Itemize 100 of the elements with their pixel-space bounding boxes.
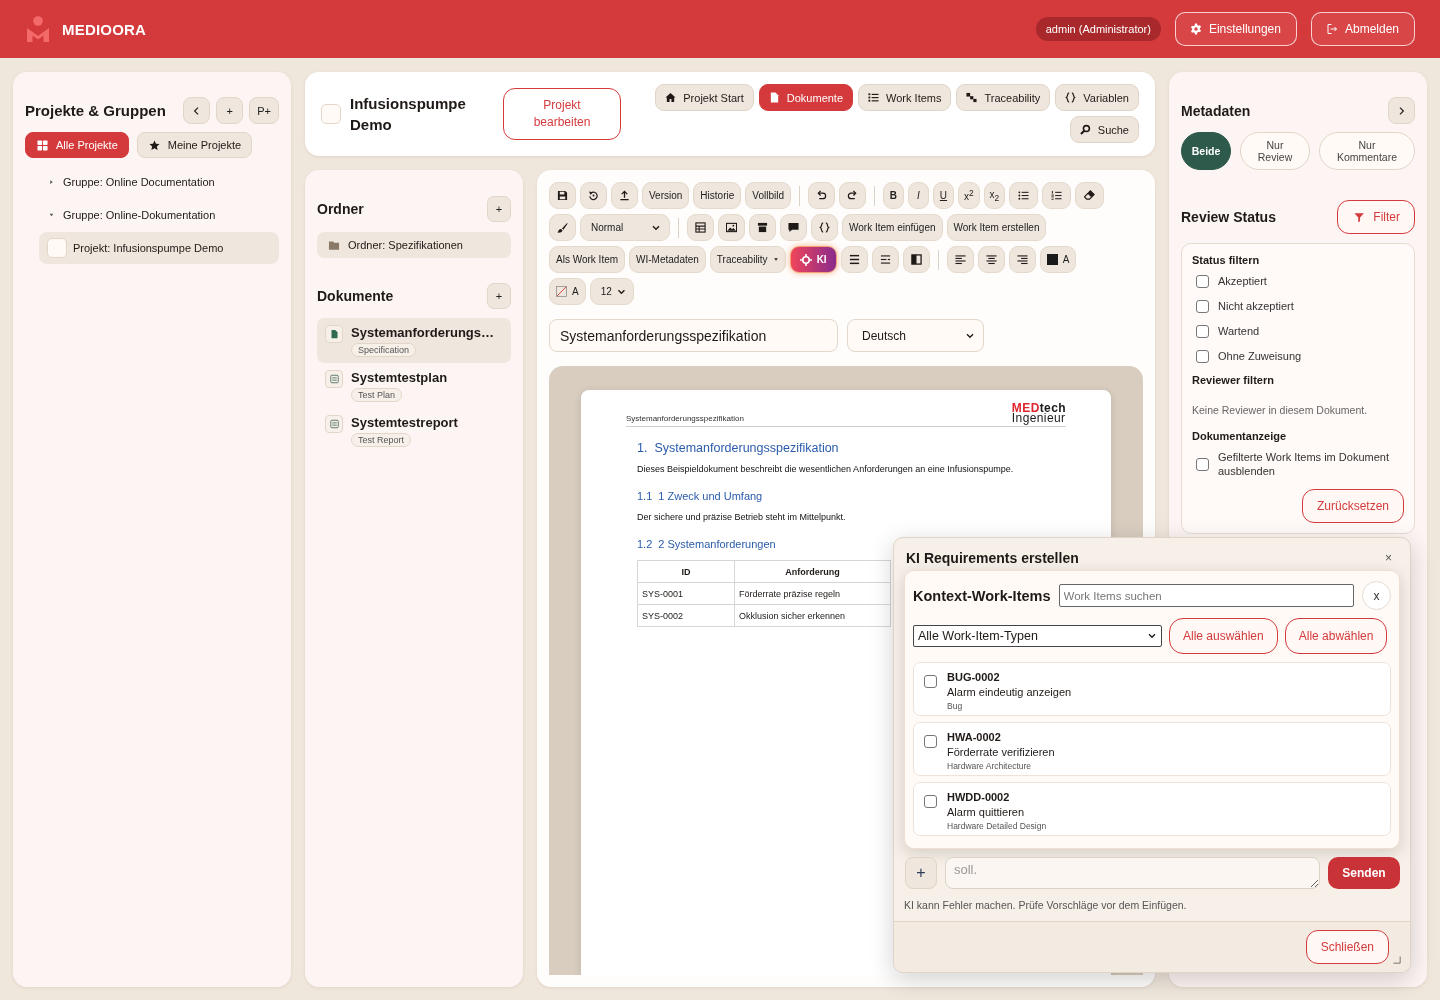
edit-project-button[interactable]: Projekt bearbeiten bbox=[503, 88, 621, 140]
checkbox[interactable] bbox=[924, 735, 937, 748]
archive-button[interactable] bbox=[749, 214, 776, 241]
save-button[interactable] bbox=[549, 182, 576, 209]
ai-button[interactable]: KI bbox=[789, 246, 837, 273]
document-item[interactable]: Systemanforderungs… Specification bbox=[317, 318, 511, 363]
nav-tab[interactable]: Work Items bbox=[858, 84, 952, 111]
variable-button[interactable] bbox=[811, 214, 838, 241]
traceability-menu-button[interactable]: Traceability bbox=[709, 246, 786, 273]
caret-down-icon[interactable] bbox=[49, 212, 54, 218]
document-title-field[interactable]: Systemanforderungsspezifikation bbox=[549, 319, 838, 352]
language-select[interactable]: Deutsch bbox=[847, 319, 984, 352]
type-select[interactable]: Alle Work-Item-Typen bbox=[913, 625, 1162, 647]
view-toggle[interactable]: Nur Review bbox=[1240, 132, 1310, 170]
redo-button[interactable] bbox=[838, 182, 866, 209]
revert-button[interactable] bbox=[580, 182, 607, 209]
font-size-select[interactable]: 12 bbox=[589, 278, 634, 305]
align-center-button[interactable] bbox=[977, 246, 1005, 273]
form-icon bbox=[325, 415, 343, 433]
checkbox[interactable] bbox=[1196, 324, 1209, 338]
attach-button[interactable]: + bbox=[905, 857, 937, 889]
settings-button[interactable]: Einstellungen bbox=[1174, 12, 1297, 46]
wi-metadata-button[interactable]: WI-Metadaten bbox=[629, 246, 706, 273]
work-item-card[interactable]: BUG-0002 Alarm eindeutig anzeigen Bug bbox=[913, 662, 1391, 716]
text-color-button[interactable]: A bbox=[1039, 246, 1077, 273]
image-button[interactable] bbox=[718, 214, 745, 241]
resize-handle-icon[interactable] bbox=[1391, 954, 1401, 964]
eraser-button[interactable] bbox=[1075, 182, 1105, 209]
filter-heading: Reviewer filtern bbox=[1192, 374, 1275, 386]
prompt-field[interactable]: soll. bbox=[945, 857, 1320, 889]
close-dialog-button[interactable]: Schließen bbox=[1305, 930, 1389, 964]
dialog-title: KI Requirements erstellen bbox=[906, 550, 1079, 566]
add-button[interactable]: + bbox=[487, 196, 511, 222]
indent-button[interactable] bbox=[871, 246, 899, 273]
nav-tab[interactable]: Projekt Start bbox=[655, 84, 754, 111]
view-toggle[interactable]: Beide bbox=[1181, 132, 1231, 170]
numbered-list-button[interactable] bbox=[1042, 182, 1072, 209]
form-icon bbox=[325, 370, 343, 388]
nav-tab[interactable]: Variablen bbox=[1055, 84, 1139, 111]
align-right-button[interactable] bbox=[1008, 246, 1036, 273]
create-work-item-button[interactable]: Work Item erstellen bbox=[946, 214, 1047, 241]
send-button[interactable]: Senden bbox=[1328, 857, 1400, 889]
insert-work-item-button[interactable]: Work Item einfügen bbox=[842, 214, 943, 241]
upload-button[interactable] bbox=[611, 182, 638, 209]
view-toggle[interactable]: Nur Kommentare bbox=[1319, 132, 1415, 170]
filter-tab[interactable]: Meine Projekte bbox=[136, 132, 253, 158]
caret-right-icon[interactable] bbox=[49, 179, 54, 185]
contrast-button[interactable] bbox=[902, 246, 930, 273]
folder-item[interactable]: Ordner: Spezifikationen bbox=[317, 232, 511, 258]
italic-button[interactable]: I bbox=[907, 182, 929, 209]
select-all-button[interactable]: Alle auswählen bbox=[1169, 618, 1278, 654]
panel-title: Projekte & Gruppen bbox=[25, 102, 166, 119]
close-button[interactable]: x bbox=[1362, 581, 1391, 610]
bullet-list-button[interactable] bbox=[1009, 182, 1039, 209]
nav-tab[interactable]: Dokumente bbox=[758, 84, 854, 111]
comment-button[interactable] bbox=[780, 214, 807, 241]
subscript-button[interactable]: x$_{2}$ bbox=[983, 182, 1006, 209]
align-left-button[interactable] bbox=[946, 246, 974, 273]
deselect-all-button[interactable]: Alle abwählen bbox=[1284, 618, 1388, 654]
checkbox[interactable] bbox=[1196, 299, 1209, 313]
redo-icon bbox=[846, 190, 858, 201]
brush-button[interactable] bbox=[549, 214, 576, 241]
nav-tab[interactable]: Traceability bbox=[956, 84, 1051, 111]
undo-button[interactable] bbox=[807, 182, 835, 209]
filter-tab[interactable]: Alle Projekte bbox=[25, 132, 129, 158]
tree-item[interactable]: Projekt: Infusionspumpe Demo bbox=[39, 232, 279, 264]
version-button[interactable]: Version bbox=[642, 182, 690, 209]
as-work-item-button[interactable]: Als Work Item bbox=[549, 246, 626, 273]
search-field[interactable]: Work Items suchen bbox=[1058, 584, 1354, 607]
paragraph-style-select[interactable]: Normal bbox=[580, 214, 670, 241]
numbered-list-icon bbox=[1051, 190, 1063, 201]
document-item[interactable]: Systemtestreport Test Report bbox=[317, 408, 511, 453]
table-button[interactable] bbox=[687, 214, 714, 241]
fullscreen-button[interactable]: Vollbild bbox=[745, 182, 791, 209]
line-spacing-button[interactable] bbox=[840, 246, 868, 273]
work-item-card[interactable]: HWA-0002 Förderrate verifizieren Hardware Architecture bbox=[913, 722, 1391, 776]
nav-tab[interactable]: Suche bbox=[1069, 116, 1139, 143]
logout-button[interactable]: Abmelden bbox=[1310, 12, 1415, 46]
checkbox[interactable] bbox=[1196, 274, 1209, 288]
checkbox[interactable] bbox=[1196, 349, 1209, 363]
tree-item[interactable]: Gruppe: Online-Dokumentation bbox=[25, 203, 279, 227]
history-button[interactable]: Historie bbox=[693, 182, 742, 209]
caret-down-icon bbox=[772, 257, 779, 262]
filter-button[interactable]: Filter bbox=[1337, 200, 1415, 234]
add-button[interactable]: + bbox=[487, 283, 511, 309]
tree-item[interactable]: Gruppe: Online Documentation bbox=[25, 170, 279, 194]
work-item-card[interactable]: HWDD-0002 Alarm quittieren Hardware Detailed Design bbox=[913, 782, 1391, 836]
reset-button[interactable]: Zurücksetzen bbox=[1301, 489, 1404, 523]
project-tile-icon bbox=[321, 104, 341, 124]
close-button[interactable]: × bbox=[1379, 551, 1398, 565]
underline-button[interactable]: U bbox=[932, 182, 954, 209]
superscript-button[interactable]: x$^{2}$ bbox=[957, 182, 980, 209]
document-item[interactable]: Systemtestplan Test Plan bbox=[317, 363, 511, 408]
add-button[interactable]: P+ bbox=[249, 97, 279, 124]
checkbox[interactable] bbox=[924, 675, 937, 688]
checkbox[interactable] bbox=[924, 795, 937, 808]
checkbox[interactable] bbox=[1196, 457, 1209, 471]
bold-button[interactable]: B bbox=[882, 182, 904, 209]
highlight-color-button[interactable]: A bbox=[549, 278, 586, 305]
add-button[interactable]: + bbox=[216, 97, 244, 124]
